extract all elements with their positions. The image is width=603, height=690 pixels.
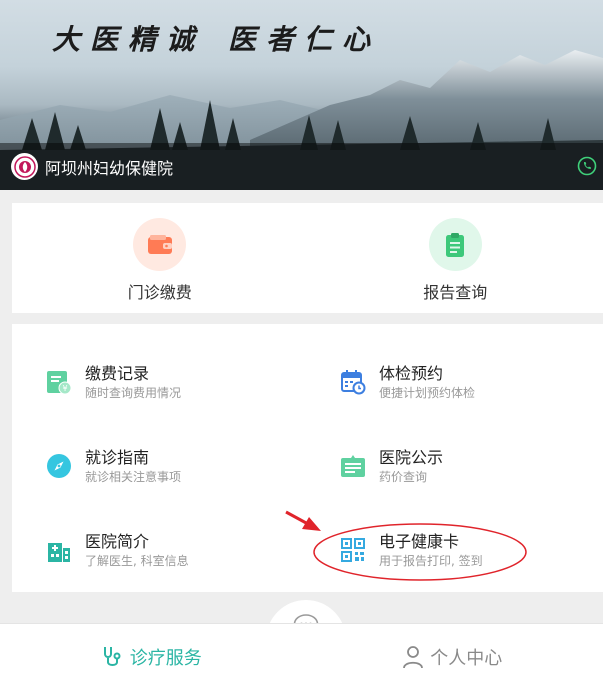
stethoscope-icon [103,647,121,666]
outpatient-payment-button[interactable]: 门诊缴费 [12,203,308,313]
hospital-bar: 阿坝州妇幼保健院 [0,143,603,190]
calendar-icon [339,368,367,396]
visit-guide-item[interactable]: 就诊指南 就诊相关注意事项 [45,448,181,485]
payment-records-item[interactable]: ¥ 缴费记录 随时查询费用情况 [45,364,181,401]
tab-personal-label: 个人中心 [430,648,503,669]
checkup-booking-item[interactable]: 体检预约 便捷计划预约体检 [339,364,475,401]
item-subtitle: 便捷计划预约体检 [379,386,476,400]
notice-icon [339,452,367,480]
services-grid: ¥ 缴费记录 随时查询费用情况 体检预约 便捷计划预约体检 就诊指南 就诊相关注… [12,324,603,592]
quick-label: 门诊缴费 [127,283,192,302]
item-subtitle: 药价查询 [379,470,428,484]
item-subtitle: 了解医生, 科室信息 [85,554,189,568]
motto-right: 医者仁心 [228,23,381,56]
item-title: 医院公示 [379,448,444,467]
hospital-name: 阿坝州妇幼保健院 [45,158,174,178]
svg-text:¥: ¥ [62,384,67,393]
qrcode-icon [339,536,367,564]
item-subtitle: 用于报告打印, 签到 [379,554,483,568]
tab-services[interactable]: 诊疗服务 [0,624,302,690]
hospital-intro-item[interactable]: 医院简介 了解医生, 科室信息 [45,532,189,569]
item-title: 就诊指南 [85,448,150,467]
hospital-icon [45,536,73,564]
item-title: 缴费记录 [85,364,150,383]
motto: 大医精诚 医者仁心 [52,18,380,58]
clipboard-icon [428,218,482,271]
phone-icon[interactable] [577,156,597,176]
quick-actions-card: 门诊缴费 报告查询 [12,203,603,313]
hero-banner: 大医精诚 医者仁心 阿坝州妇幼保健院 [0,0,603,190]
motto-left: 大医精诚 [52,23,205,56]
item-title: 医院简介 [85,532,150,551]
compass-icon [45,452,73,480]
wallet-icon [133,218,187,271]
tab-bar: 诊疗服务 个人中心 [0,623,603,690]
tab-services-label: 诊疗服务 [129,648,202,669]
item-subtitle: 就诊相关注意事项 [85,470,182,484]
quick-label: 报告查询 [423,283,488,302]
tab-personal[interactable]: 个人中心 [302,624,603,690]
item-subtitle: 随时查询费用情况 [85,386,182,400]
hospital-notice-item[interactable]: 医院公示 药价查询 [339,448,443,485]
e-health-card-item[interactable]: 电子健康卡 用于报告打印, 签到 [339,532,483,569]
bill-icon: ¥ [45,368,73,396]
item-title: 电子健康卡 [379,532,460,551]
item-title: 体检预约 [379,364,444,383]
hospital-logo-icon [11,153,38,180]
user-icon [403,646,424,669]
report-query-button[interactable]: 报告查询 [308,203,603,313]
